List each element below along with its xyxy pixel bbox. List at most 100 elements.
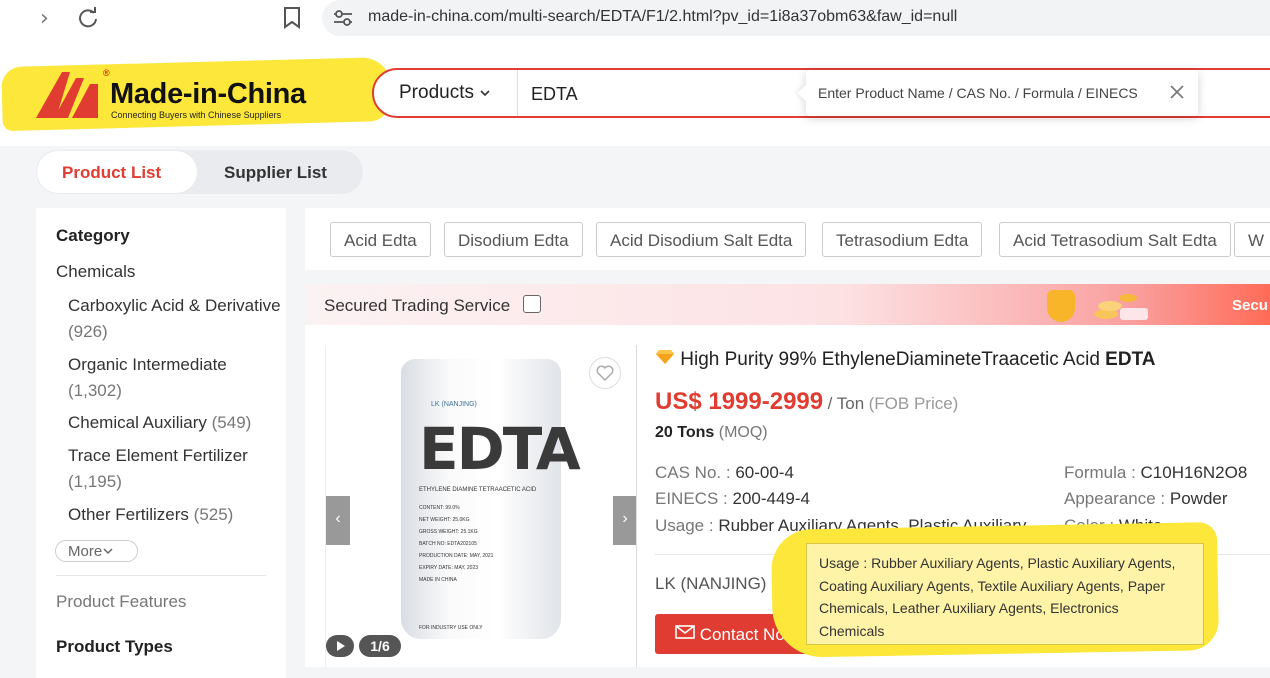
address-bar[interactable]: made-in-china.com/multi-search/EDTA/F1/2… xyxy=(322,0,1270,36)
product-title[interactable]: High Purity 99% EthyleneDiamineteTraacet… xyxy=(655,349,1255,371)
attr-cas: CAS No. : 60-00-4 xyxy=(655,463,794,483)
category-item[interactable]: Trace Element Fertilizer (1,195) xyxy=(68,443,283,495)
keyword-chip[interactable]: W xyxy=(1234,222,1270,257)
sidebar-divider xyxy=(56,575,266,576)
keyword-chip[interactable]: Disodium Edta xyxy=(444,222,583,257)
bag-subtitle: ETHYLENE DIAMINE TETRAACETIC ACID xyxy=(419,487,537,493)
play-video-button[interactable] xyxy=(326,635,354,657)
attr-key: Formula : xyxy=(1064,463,1136,482)
secured-trading-checkbox[interactable] xyxy=(523,295,541,313)
bag-spec-row: BATCH NO: EDTA202105 xyxy=(419,541,477,547)
product-image-gallery[interactable]: LK (NANJING) EDTA ETHYLENE DIAMINE TETRA… xyxy=(325,345,637,667)
play-icon xyxy=(337,641,345,651)
keyword-chip[interactable]: Acid Tetrasodium Salt Edta xyxy=(999,222,1231,257)
logo-tagline: Connecting Buyers with Chinese Suppliers xyxy=(111,110,282,120)
chevron-down-icon xyxy=(103,548,113,555)
product-features-heading[interactable]: Product Features xyxy=(56,592,186,612)
list-tabs: Product List Supplier List xyxy=(36,150,363,194)
chevron-right-icon: › xyxy=(622,510,628,527)
chevron-down-icon xyxy=(480,90,490,97)
category-item[interactable]: Carboxylic Acid & Derivative (926) xyxy=(68,293,283,345)
image-counter: 1/6 xyxy=(359,635,401,657)
logo-text[interactable]: Made-in-China xyxy=(110,78,306,111)
bag-spec-row: EXPIRY DATE: MAY, 2023 xyxy=(419,565,479,571)
attr-key: Usage : xyxy=(655,516,714,535)
category-heading: Category xyxy=(56,226,130,245)
product-title-keyword: EDTA xyxy=(1105,349,1156,370)
bag-product-name: EDTA xyxy=(419,415,581,483)
attr-appearance: Appearance : Powder xyxy=(1064,489,1228,509)
keyword-chip[interactable]: Acid Edta xyxy=(330,222,431,257)
tab-supplier-list[interactable]: Supplier List xyxy=(224,163,327,183)
card-divider xyxy=(636,345,637,667)
logo-icon[interactable] xyxy=(36,68,104,120)
price-type: (FOB Price) xyxy=(868,394,959,413)
secured-trading-label: Secured Trading Service xyxy=(324,296,511,315)
category-item-count: (525) xyxy=(193,505,234,524)
attr-key: CAS No. : xyxy=(655,463,731,482)
moq-label: (MOQ) xyxy=(718,424,768,441)
usage-tooltip-text: Usage : Rubber Auxiliary Agents, Plastic… xyxy=(819,555,1176,639)
price-unit: / Ton xyxy=(827,394,865,413)
browser-toolbar: › made-in-china.com/multi-search/EDTA/F1… xyxy=(0,0,1270,40)
bag-brand: LK (NANJING) xyxy=(431,401,477,408)
reload-icon[interactable] xyxy=(76,6,100,30)
more-button[interactable]: More xyxy=(55,540,138,562)
bag-spec-list: CONTENT: 99.0% NET WEIGHT: 25.0KG GROSS … xyxy=(419,502,493,586)
search-divider xyxy=(517,70,518,116)
category-chemicals[interactable]: Chemicals xyxy=(56,262,135,282)
logo-registered-mark: ® xyxy=(103,68,110,78)
product-image[interactable]: LK (NANJING) EDTA ETHYLENE DIAMINE TETRA… xyxy=(401,359,581,639)
bag-spec-row: GROSS WEIGHT: 25.1KG xyxy=(419,529,478,535)
related-keywords: Acid Edta Disodium Edta Acid Disodium Sa… xyxy=(305,208,1270,270)
search-tooltip-text: Enter Product Name / CAS No. / Formula /… xyxy=(818,85,1138,101)
category-item-count: (926) xyxy=(68,322,108,341)
bag-spec-row: NET WEIGHT: 25.0KG xyxy=(419,517,470,523)
category-item-count: (549) xyxy=(211,413,252,432)
category-item-label: Other Fertilizers xyxy=(68,505,189,524)
tab-product-list[interactable]: Product List xyxy=(37,151,197,193)
attr-formula: Formula : C10H16N2O8 xyxy=(1064,463,1247,483)
back-arrow-icon[interactable]: › xyxy=(40,6,49,31)
shield-icon xyxy=(1047,290,1075,322)
category-item[interactable]: Other Fertilizers (525) xyxy=(68,502,283,528)
coins-icon xyxy=(1094,294,1148,320)
category-item-count: (1,195) xyxy=(68,472,122,491)
product-title-text: High Purity 99% EthyleneDiamineteTraacet… xyxy=(680,349,1100,370)
close-icon[interactable] xyxy=(1168,83,1186,101)
category-item-count: (1,302) xyxy=(68,381,122,400)
site-settings-icon[interactable] xyxy=(332,9,354,27)
moq-quantity: 20 Tons xyxy=(655,424,715,441)
keyword-chip[interactable]: Tetrasodium Edta xyxy=(822,222,983,257)
chevron-left-icon: ‹ xyxy=(335,510,341,527)
category-item-label: Chemical Auxiliary xyxy=(68,413,207,432)
category-item-label: Organic Intermediate xyxy=(68,355,227,374)
category-item[interactable]: Organic Intermediate (1,302) xyxy=(68,352,283,404)
attr-value: C10H16N2O8 xyxy=(1140,463,1248,482)
attr-value: 200-449-4 xyxy=(732,489,810,508)
url-text[interactable]: made-in-china.com/multi-search/EDTA/F1/2… xyxy=(368,8,957,26)
search-input[interactable]: EDTA xyxy=(531,84,578,105)
bag-spec-row: MADE IN CHINA xyxy=(419,577,457,583)
bag-spec-row: PRODUCTION DATE: MAY, 2021 xyxy=(419,553,494,559)
keyword-chip[interactable]: Acid Disodium Salt Edta xyxy=(596,222,807,257)
filter-sidebar: Category Chemicals Carboxylic Acid & Der… xyxy=(36,208,286,678)
secured-trading-bar: Secured Trading Service Secu xyxy=(305,284,1270,325)
search-tooltip: Enter Product Name / CAS No. / Formula /… xyxy=(797,70,1198,116)
secured-banner-text[interactable]: Secu xyxy=(1232,297,1268,314)
site-header: ® Made-in-China Connecting Buyers with C… xyxy=(0,40,1270,146)
diamond-member-icon xyxy=(656,350,674,364)
bookmark-icon[interactable] xyxy=(283,7,301,29)
heart-icon xyxy=(596,365,614,382)
mail-icon xyxy=(675,625,695,639)
product-price: US$ 1999-2999 / Ton (FOB Price) xyxy=(655,388,958,416)
search-category-select[interactable]: Products xyxy=(399,82,491,104)
more-label: More xyxy=(68,543,103,560)
prev-image-button[interactable]: ‹ xyxy=(326,496,350,545)
attr-key: Appearance : xyxy=(1064,489,1166,508)
category-item[interactable]: Chemical Auxiliary (549) xyxy=(68,410,283,436)
category-item-label: Trace Element Fertilizer xyxy=(68,446,248,465)
favorite-button[interactable] xyxy=(589,357,621,389)
next-image-button[interactable]: › xyxy=(613,496,637,545)
bag-shape xyxy=(401,359,561,639)
